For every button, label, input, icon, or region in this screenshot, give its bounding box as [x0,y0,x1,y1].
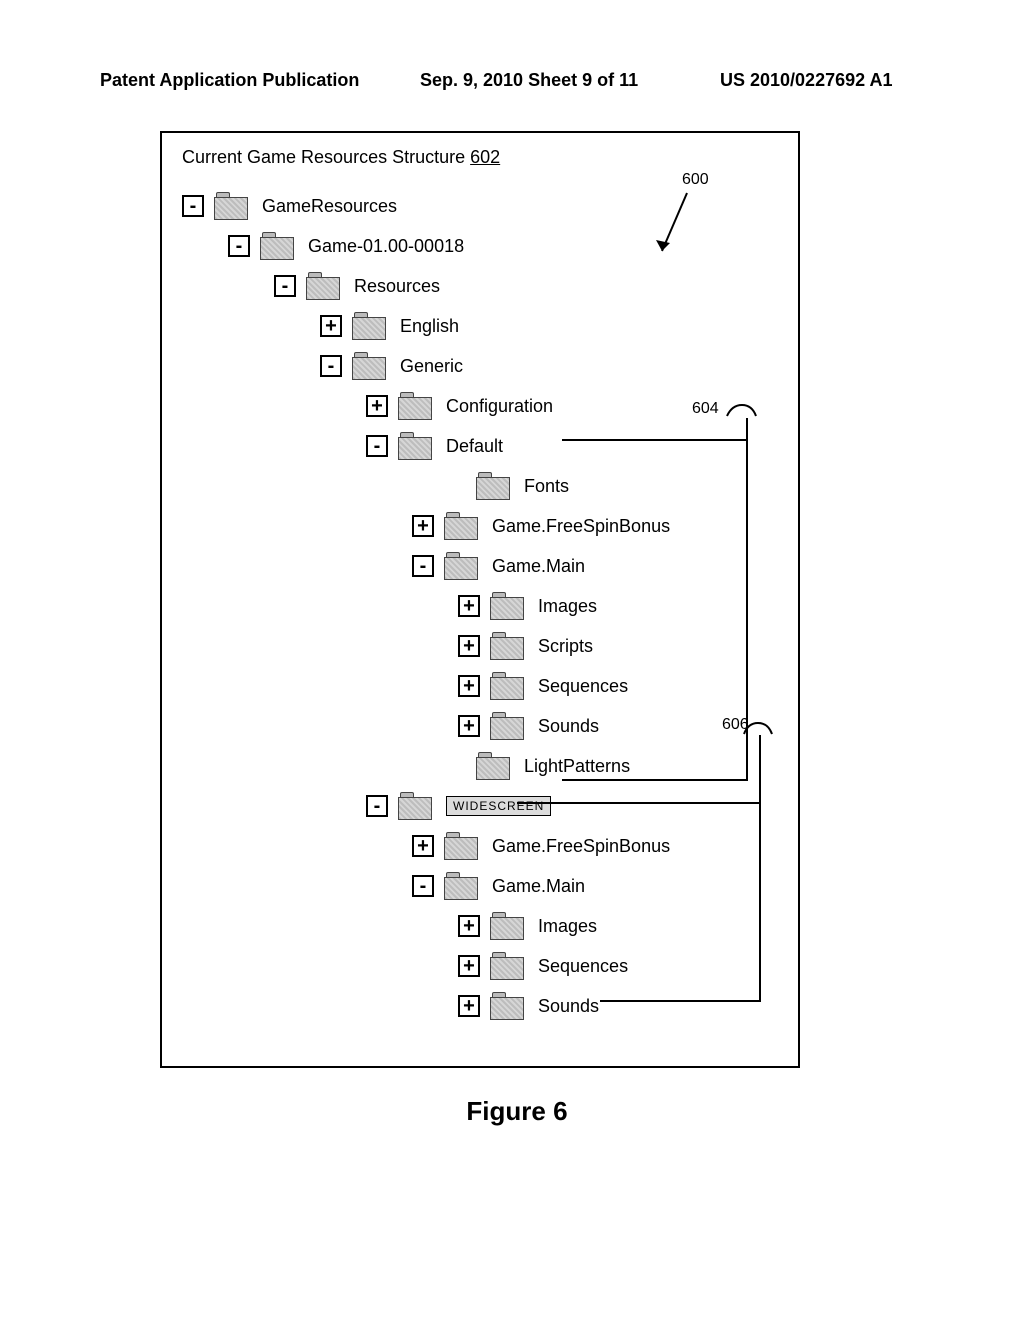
tree-item-label: Sounds [538,716,599,737]
folder-icon [214,192,248,220]
tree-item-label: Game.FreeSpinBonus [492,516,670,537]
folder-icon [398,432,432,460]
tree-item-label: Sounds [538,996,599,1017]
folder-icon [398,392,432,420]
expand-icon[interactable]: + [458,915,480,937]
tree-item-label: Scripts [538,636,593,657]
tree-item-label: Default [446,436,503,457]
folder-icon [306,272,340,300]
header-mid: Sep. 9, 2010 Sheet 9 of 11 [420,70,720,91]
tree-row: - WIDESCREEN [182,786,778,826]
expand-icon[interactable]: + [458,995,480,1017]
collapse-icon[interactable]: - [182,195,204,217]
expand-icon[interactable]: + [458,635,480,657]
folder-icon [490,592,524,620]
folder-icon [490,672,524,700]
expand-icon[interactable]: + [458,675,480,697]
tree-item-label: Images [538,916,597,937]
tree-row: + Sequences [182,666,778,706]
folder-tree: -GameResources-Game-01.00-00018-Resource… [182,186,778,1026]
tree-row: + Game.FreeSpinBonus [182,826,778,866]
folder-icon [444,512,478,540]
tree-item-label: Configuration [446,396,553,417]
collapse-icon[interactable]: - [366,435,388,457]
expand-icon[interactable]: + [320,315,342,337]
folder-icon [490,992,524,1020]
folder-icon [444,832,478,860]
figure-caption: Figure 6 [100,1096,934,1127]
header-right: US 2010/0227692 A1 [720,70,934,91]
tree-item-label: Game-01.00-00018 [308,236,464,257]
folder-icon [490,952,524,980]
tree-item-label: Images [538,596,597,617]
folder-icon [476,472,510,500]
collapse-icon[interactable]: - [412,875,434,897]
folder-icon [444,872,478,900]
tree-row: + Configuration [182,386,778,426]
tree-row: - Resources [182,266,778,306]
folder-icon [352,352,386,380]
collapse-icon[interactable]: - [412,555,434,577]
tree-row: + Sounds [182,986,778,1026]
tree-item-label: WIDESCREEN [446,796,551,816]
tree-row: + Sounds [182,706,778,746]
expand-icon[interactable]: + [412,835,434,857]
expand-icon[interactable]: + [366,395,388,417]
tree-item-label: English [400,316,459,337]
collapse-icon[interactable]: - [228,235,250,257]
tree-item-label: Game.Main [492,876,585,897]
page-header: Patent Application Publication Sep. 9, 2… [100,70,934,91]
tree-item-label: GameResources [262,196,397,217]
tree-row: - Game.Main [182,546,778,586]
collapse-icon[interactable]: - [366,795,388,817]
tree-row: + Scripts [182,626,778,666]
header-left: Patent Application Publication [100,70,420,91]
folder-icon [490,912,524,940]
expand-icon[interactable]: + [458,955,480,977]
folder-icon [352,312,386,340]
box-title-text: Current Game Resources Structure [182,147,465,167]
tree-item-label: LightPatterns [524,756,630,777]
expand-icon[interactable]: + [458,595,480,617]
tree-row: - Generic [182,346,778,386]
tree-row: + Sequences [182,946,778,986]
folder-icon [490,712,524,740]
callout-606: 606 [722,716,749,734]
tree-item-label: Fonts [524,476,569,497]
tree-row: - Game-01.00-00018 [182,226,778,266]
tree-row: LightPatterns [182,746,778,786]
figure-box: 600 604 606 Current Game Resources Struc… [160,131,800,1068]
folder-icon [444,552,478,580]
tree-row: + Images [182,906,778,946]
tree-item-label: Game.Main [492,556,585,577]
folder-icon [398,792,432,820]
folder-icon [476,752,510,780]
tree-item-label: Sequences [538,956,628,977]
folder-icon [260,232,294,260]
tree-row: - Game.Main [182,866,778,906]
collapse-icon[interactable]: - [320,355,342,377]
box-title-number: 602 [470,147,500,167]
expand-icon[interactable]: + [412,515,434,537]
tree-row: - Default [182,426,778,466]
collapse-icon[interactable]: - [274,275,296,297]
folder-icon [490,632,524,660]
box-title: Current Game Resources Structure 602 [182,147,778,168]
callout-604: 604 [692,400,719,418]
toggle-spacer [444,475,466,497]
tree-item-label: Game.FreeSpinBonus [492,836,670,857]
tree-row: + Game.FreeSpinBonus [182,506,778,546]
tree-row: + Images [182,586,778,626]
tree-row: + English [182,306,778,346]
tree-item-label: Sequences [538,676,628,697]
tree-item-label: Generic [400,356,463,377]
tree-item-label: Resources [354,276,440,297]
tree-row: Fonts [182,466,778,506]
tree-row: - GameResources [182,186,778,226]
callout-600: 600 [682,171,709,189]
expand-icon[interactable]: + [458,715,480,737]
toggle-spacer [444,755,466,777]
